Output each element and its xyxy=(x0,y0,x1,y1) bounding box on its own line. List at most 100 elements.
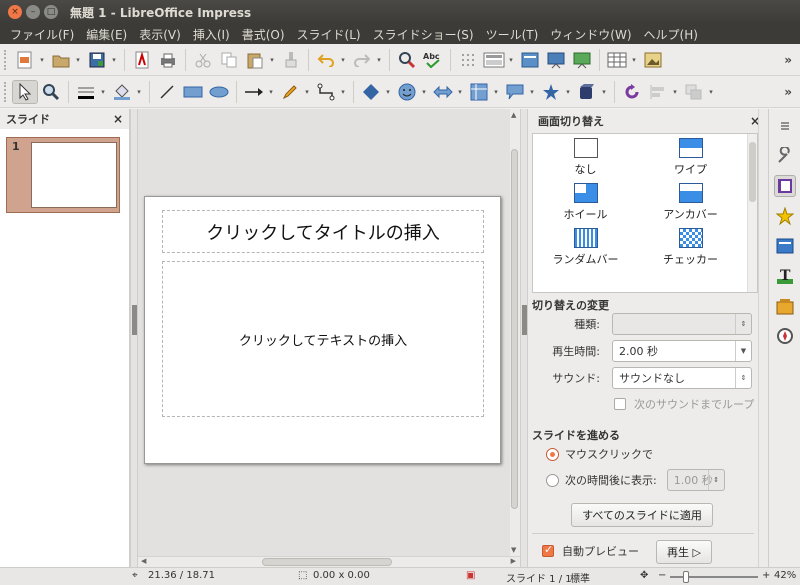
duration-combobox[interactable]: 2.00 秒 ▼ xyxy=(612,340,752,362)
insert-image-icon[interactable] xyxy=(640,48,666,72)
block-arrows-dropdown-icon[interactable]: ▾ xyxy=(456,88,464,96)
redo-icon[interactable] xyxy=(349,48,375,72)
layout-name[interactable]: 標準 xyxy=(570,570,590,585)
transition-none[interactable]: なし xyxy=(533,138,638,177)
flowchart-icon[interactable] xyxy=(466,80,492,104)
slide-editing-canvas[interactable]: クリックしてタイトルの挿入 クリックしてテキストの挿入 xyxy=(138,109,510,556)
basic-shapes-icon[interactable] xyxy=(358,80,384,104)
zoom-percentage[interactable]: 42% xyxy=(774,570,796,581)
splitter-handle[interactable] xyxy=(132,305,137,335)
navigator-compass-icon[interactable] xyxy=(774,325,796,347)
spelling-icon[interactable]: Abc xyxy=(420,48,446,72)
find-replace-icon[interactable] xyxy=(394,48,420,72)
symbol-shapes-icon[interactable] xyxy=(394,80,420,104)
line-color-dropdown-icon[interactable]: ▾ xyxy=(99,88,107,96)
auto-advance-time-field[interactable]: 1.00 秒 ⇕ xyxy=(666,469,725,491)
zoom-in-icon[interactable]: + xyxy=(762,570,770,581)
sound-select[interactable]: サウンドなし ⇕ xyxy=(612,367,752,389)
transition-wheel[interactable]: ホイール xyxy=(533,183,638,222)
slides-pane-close-icon[interactable]: × xyxy=(113,112,123,126)
export-pdf-icon[interactable] xyxy=(129,48,155,72)
styles-formatting-icon[interactable]: T xyxy=(774,265,796,287)
save-dropdown-icon[interactable]: ▾ xyxy=(110,56,118,64)
right-pane-splitter[interactable] xyxy=(520,109,528,567)
horizontal-scroll-thumb[interactable] xyxy=(262,558,392,566)
master-slides-icon[interactable] xyxy=(774,235,796,257)
stars-icon[interactable] xyxy=(538,80,564,104)
canvas-vertical-scrollbar[interactable]: ▲ ▼ xyxy=(510,109,520,556)
menu-insert[interactable]: 挿入(I) xyxy=(187,26,236,43)
slide-thumbnail-preview[interactable] xyxy=(31,142,117,208)
arrange-icon[interactable] xyxy=(681,80,707,104)
connector-dropdown-icon[interactable]: ▾ xyxy=(339,88,347,96)
menu-help[interactable]: ヘルプ(H) xyxy=(638,26,704,43)
scroll-left-arrow-icon[interactable]: ◀ xyxy=(141,557,146,565)
slide-layout-icon[interactable] xyxy=(481,48,507,72)
canvas-horizontal-scrollbar[interactable]: ◀ ▶ xyxy=(138,556,520,567)
fill-dropdown-icon[interactable]: ▾ xyxy=(135,88,143,96)
play-button[interactable]: 再生 ▷ xyxy=(656,540,712,564)
menu-slide[interactable]: スライド(L) xyxy=(291,26,367,43)
new-dropdown-icon[interactable]: ▾ xyxy=(38,56,46,64)
fit-slide-icon[interactable]: ✥ xyxy=(640,570,648,581)
toolbar-grip[interactable] xyxy=(4,81,8,102)
zoom-slider-thumb[interactable] xyxy=(683,571,689,583)
redo-dropdown-icon[interactable]: ▾ xyxy=(375,56,383,64)
splitter-handle[interactable] xyxy=(522,305,527,335)
autopreview-checkbox[interactable] xyxy=(542,543,554,557)
master-slide-icon[interactable] xyxy=(517,48,543,72)
menu-edit[interactable]: 編集(E) xyxy=(80,26,133,43)
line-color-icon[interactable] xyxy=(73,80,99,104)
properties-wrench-icon[interactable] xyxy=(774,145,796,167)
transition-effects-list[interactable]: なし ワイプ ホイール アンカバー ランダムバー チェッカー xyxy=(532,133,758,293)
curve-dropdown-icon[interactable]: ▾ xyxy=(303,88,311,96)
print-icon[interactable] xyxy=(155,48,181,72)
document-modified-icon[interactable]: ▣ xyxy=(466,570,475,581)
open-folder-icon[interactable] xyxy=(48,48,74,72)
3d-dropdown-icon[interactable]: ▾ xyxy=(600,88,608,96)
paste-dropdown-icon[interactable]: ▾ xyxy=(268,56,276,64)
ellipse-tool-icon[interactable] xyxy=(206,80,232,104)
transition-checker[interactable]: チェッカー xyxy=(638,228,743,267)
table-dropdown-icon[interactable]: ▾ xyxy=(630,56,638,64)
menu-format[interactable]: 書式(O) xyxy=(236,26,291,43)
undo-dropdown-icon[interactable]: ▾ xyxy=(339,56,347,64)
freeform-pencil-icon[interactable] xyxy=(277,80,303,104)
toolbar-overflow-icon[interactable]: » xyxy=(784,53,792,67)
table-icon[interactable] xyxy=(604,48,630,72)
chevron-down-icon[interactable]: ▼ xyxy=(735,341,751,361)
slide-transition-sidebar-icon[interactable] xyxy=(773,175,796,197)
zoom-pan-icon[interactable] xyxy=(38,80,64,104)
scroll-right-arrow-icon[interactable]: ▶ xyxy=(511,557,516,565)
line-tool-icon[interactable] xyxy=(154,80,180,104)
callout-dropdown-icon[interactable]: ▾ xyxy=(528,88,536,96)
auto-advance-radio[interactable] xyxy=(546,473,559,487)
connector-icon[interactable] xyxy=(313,80,339,104)
callout-icon[interactable] xyxy=(502,80,528,104)
slide-thumbnail-selected[interactable]: 1 xyxy=(6,137,120,213)
toolbar-overflow-icon[interactable]: » xyxy=(784,85,792,99)
slideshow-from-current-icon[interactable] xyxy=(569,48,595,72)
display-grid-icon[interactable] xyxy=(455,48,481,72)
new-document-icon[interactable] xyxy=(12,48,38,72)
arrange-dropdown-icon[interactable]: ▾ xyxy=(707,88,715,96)
rectangle-tool-icon[interactable] xyxy=(180,80,206,104)
menu-slideshow[interactable]: スライドショー(S) xyxy=(367,26,480,43)
window-minimize-button[interactable]: – xyxy=(26,5,40,19)
copy-icon[interactable] xyxy=(216,48,242,72)
clone-formatting-icon[interactable] xyxy=(278,48,304,72)
block-arrows-icon[interactable] xyxy=(430,80,456,104)
basic-shapes-dropdown-icon[interactable]: ▾ xyxy=(384,88,392,96)
menu-window[interactable]: ウィンドウ(W) xyxy=(544,26,637,43)
text-placeholder[interactable]: クリックしてテキストの挿入 xyxy=(162,261,484,417)
paste-icon[interactable] xyxy=(242,48,268,72)
gallery-icon[interactable] xyxy=(774,295,796,317)
fill-color-icon[interactable] xyxy=(109,80,135,104)
arrow-dropdown-icon[interactable]: ▾ xyxy=(267,88,275,96)
layout-dropdown-icon[interactable]: ▾ xyxy=(507,56,515,64)
zoom-out-icon[interactable]: − xyxy=(658,570,666,581)
transition-pane-scrollbar[interactable] xyxy=(758,109,768,567)
transition-uncover[interactable]: アンカバー xyxy=(638,183,743,222)
align-dropdown-icon[interactable]: ▾ xyxy=(671,88,679,96)
3d-objects-icon[interactable] xyxy=(574,80,600,104)
